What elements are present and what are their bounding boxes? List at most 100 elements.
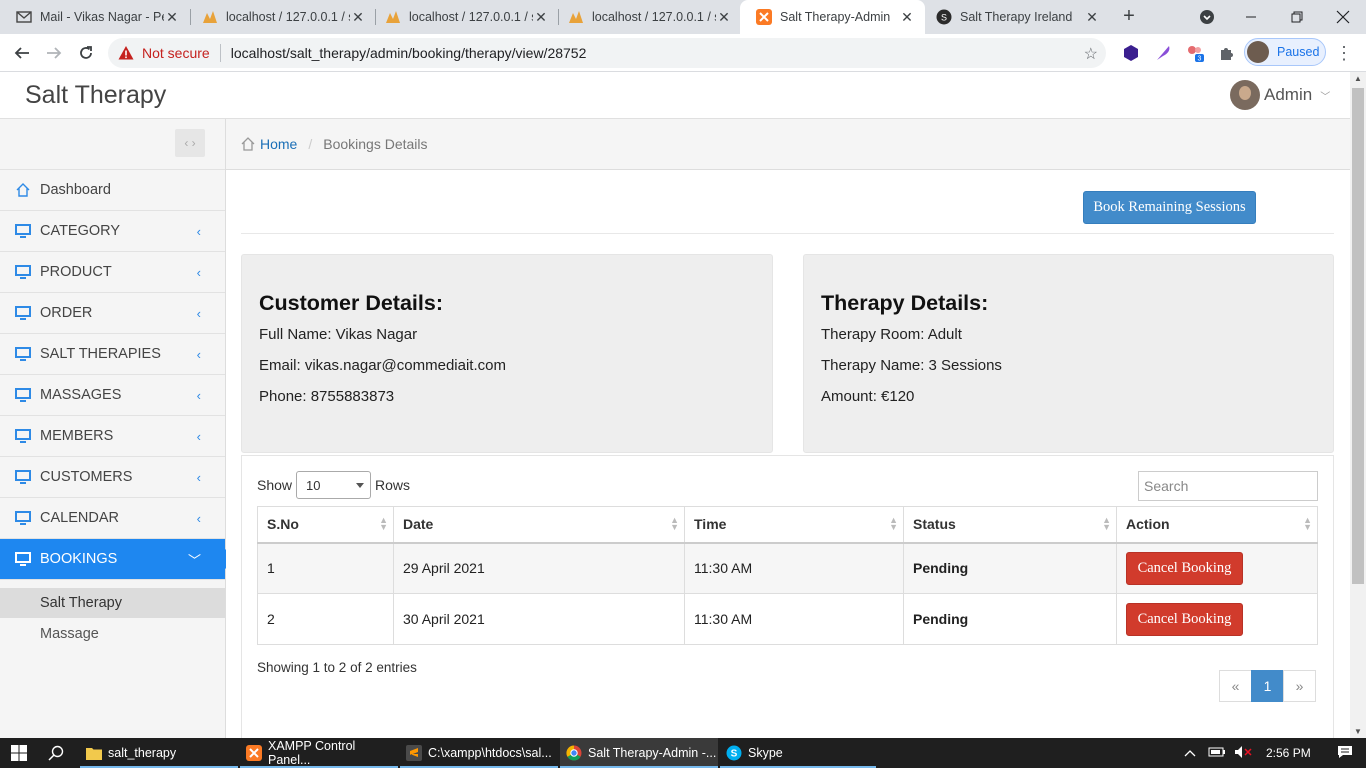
minimize-icon[interactable] xyxy=(1228,0,1274,34)
chevron-up-icon[interactable] xyxy=(1184,746,1198,760)
sidebar-item-product[interactable]: PRODUCT ‹ xyxy=(0,252,225,293)
reload-icon[interactable] xyxy=(74,41,98,65)
cell-sno: 1 xyxy=(257,542,394,594)
sidebar-toggle-button[interactable]: ‹ › xyxy=(175,129,205,157)
close-tab-icon[interactable]: ✕ xyxy=(899,9,915,25)
column-header-time[interactable]: Time ▲ ▼ xyxy=(684,506,904,544)
tab-search-icon[interactable] xyxy=(1184,0,1230,34)
sidebar-item-customers[interactable]: CUSTOMERS ‹ xyxy=(0,457,225,498)
chevron-left-icon: ‹ xyxy=(196,387,201,403)
sidebar-item-bookings[interactable]: BOOKINGS ﹀ xyxy=(0,539,236,580)
sidebar-item-dashboard[interactable]: Dashboard xyxy=(0,170,225,211)
restore-icon[interactable] xyxy=(1274,0,1320,34)
sidebar-item-label: CATEGORY xyxy=(40,223,121,239)
forward-icon[interactable] xyxy=(42,41,66,65)
browser-toolbar: Not secure localhost/salt_therapy/admin/… xyxy=(0,34,1366,72)
page-size-select[interactable]: 10 xyxy=(296,471,372,499)
brand-title[interactable]: Salt Therapy xyxy=(25,81,166,110)
taskbar-item-skype[interactable]: S Skype xyxy=(720,738,876,768)
close-tab-icon[interactable]: ✕ xyxy=(716,9,732,25)
browser-tab-mail[interactable]: Mail - Vikas Nagar - Pe ✕ xyxy=(0,0,190,34)
cancel-booking-button[interactable]: Cancel Booking xyxy=(1126,551,1243,585)
sidebar-subitem-salt-therapy[interactable]: Salt Therapy xyxy=(0,588,225,618)
home-icon xyxy=(240,136,256,152)
column-label: S.No xyxy=(267,516,299,533)
sidebar-subitem-massage[interactable]: Massage xyxy=(0,619,225,649)
cell-sno: 2 xyxy=(257,593,394,645)
cell-time: 11:30 AM xyxy=(684,542,904,594)
browser-tab-salt-therapy-admin[interactable]: Salt Therapy-Admin ✕ xyxy=(740,0,925,34)
scrollbar-thumb[interactable] xyxy=(1352,88,1364,584)
clock[interactable]: 2:56 PM xyxy=(1266,746,1311,760)
sidebar-item-massages[interactable]: MASSAGES ‹ xyxy=(0,375,225,416)
extension-hexagon-icon[interactable] xyxy=(1121,43,1141,63)
bookmark-star-icon[interactable]: ☆ xyxy=(1084,44,1098,64)
chevron-left-icon: ‹ xyxy=(196,428,201,444)
divider xyxy=(241,233,1334,234)
back-icon[interactable] xyxy=(10,41,34,65)
scroll-down-icon[interactable]: ▼ xyxy=(1354,727,1362,736)
browser-menu-icon[interactable]: ⋮ xyxy=(1334,43,1354,63)
profile-paused-button[interactable]: Paused xyxy=(1244,38,1326,66)
sort-icon: ▲ ▼ xyxy=(889,515,898,532)
taskbar-item-xampp[interactable]: XAMPP Control Panel... xyxy=(240,738,398,768)
sidebar-item-salt-therapies[interactable]: SALT THERAPIES ‹ xyxy=(0,334,225,375)
extensions-puzzle-icon[interactable] xyxy=(1217,43,1237,63)
page-scrollbar[interactable]: ▲ ▼ xyxy=(1350,72,1366,738)
chrome-icon xyxy=(566,745,582,761)
battery-icon[interactable] xyxy=(1208,746,1226,761)
browser-tab-salt-therapy-ireland[interactable]: S Salt Therapy Ireland ✕ xyxy=(920,0,1110,34)
extension-feather-icon[interactable] xyxy=(1153,43,1173,63)
browser-tab-phpmyadmin-2[interactable]: localhost / 127.0.0.1 / s ✕ xyxy=(369,0,559,34)
column-label: Action xyxy=(1126,516,1170,533)
taskbar-item-label: Skype xyxy=(748,746,783,760)
extension-badge-icon[interactable]: 3 xyxy=(1185,43,1205,63)
close-tab-icon[interactable]: ✕ xyxy=(533,9,549,25)
sidebar-item-calendar[interactable]: CALENDAR ‹ xyxy=(0,498,225,539)
taskbar-item-explorer[interactable]: salt_therapy xyxy=(80,738,238,768)
volume-muted-icon[interactable] xyxy=(1234,745,1252,762)
close-tab-icon[interactable]: ✕ xyxy=(164,9,180,25)
chevron-left-icon: ‹ xyxy=(196,469,201,485)
monitor-icon xyxy=(14,222,32,240)
close-tab-icon[interactable]: ✕ xyxy=(1084,9,1100,25)
pagination-next-button[interactable]: » xyxy=(1283,670,1316,702)
user-menu[interactable]: Admin ﹀ xyxy=(1230,80,1330,110)
browser-tab-phpmyadmin-3[interactable]: localhost / 127.0.0.1 / s ✕ xyxy=(552,0,742,34)
notifications-icon[interactable] xyxy=(1337,745,1355,762)
search-icon[interactable] xyxy=(38,738,74,768)
bookings-table: S.No ▲ ▼ Date ▲ ▼ Time ▲ ▼ Status ▲ ▼ Action ▲ ▼ 1… xyxy=(257,506,1318,645)
security-label[interactable]: Not secure xyxy=(142,45,210,61)
pagination-prev-button[interactable]: « xyxy=(1219,670,1252,702)
therapy-details-panel: Therapy Details: Therapy Room: Adult The… xyxy=(803,254,1334,453)
sidebar-item-members[interactable]: MEMBERS ‹ xyxy=(0,416,225,457)
column-header-date[interactable]: Date ▲ ▼ xyxy=(393,506,685,544)
sidebar-item-order[interactable]: ORDER ‹ xyxy=(0,293,225,334)
cancel-booking-button[interactable]: Cancel Booking xyxy=(1126,602,1243,636)
column-header-action[interactable]: Action ▲ ▼ xyxy=(1116,506,1318,544)
column-header-sno[interactable]: S.No ▲ ▼ xyxy=(257,506,394,544)
monitor-icon xyxy=(14,550,32,568)
address-bar[interactable]: Not secure localhost/salt_therapy/admin/… xyxy=(108,38,1106,68)
new-tab-button[interactable]: + xyxy=(1118,5,1140,27)
column-header-status[interactable]: Status ▲ ▼ xyxy=(903,506,1117,544)
pagination-page-1[interactable]: 1 xyxy=(1251,670,1284,702)
status-badge: Pending xyxy=(903,542,1117,594)
taskbar-item-chrome[interactable]: Salt Therapy-Admin -... xyxy=(560,738,718,768)
taskbar-item-sublime[interactable]: C:\xampp\htdocs\sal... xyxy=(400,738,558,768)
close-tab-icon[interactable]: ✕ xyxy=(350,9,366,25)
close-window-icon[interactable] xyxy=(1320,0,1366,34)
search-input[interactable] xyxy=(1138,471,1318,501)
chevron-left-icon: ‹ xyxy=(196,264,201,280)
table-row: 1 29 April 2021 11:30 AM Pending Cancel … xyxy=(257,542,1318,594)
breadcrumb-home-link[interactable]: Home xyxy=(260,136,297,152)
chevron-down-icon: ﹀ xyxy=(187,552,201,568)
sidebar-item-category[interactable]: CATEGORY ‹ xyxy=(0,211,225,252)
customer-email: Email: vikas.nagar@commediait.com xyxy=(259,357,506,374)
start-button[interactable] xyxy=(0,738,38,768)
browser-tab-phpmyadmin-1[interactable]: localhost / 127.0.0.1 / s ✕ xyxy=(186,0,376,34)
customer-full-name: Full Name: Vikas Nagar xyxy=(259,326,418,343)
scroll-up-icon[interactable]: ▲ xyxy=(1354,74,1362,83)
url-text[interactable]: localhost/salt_therapy/admin/booking/the… xyxy=(231,45,587,61)
book-remaining-sessions-button[interactable]: Book Remaining Sessions xyxy=(1083,191,1256,224)
